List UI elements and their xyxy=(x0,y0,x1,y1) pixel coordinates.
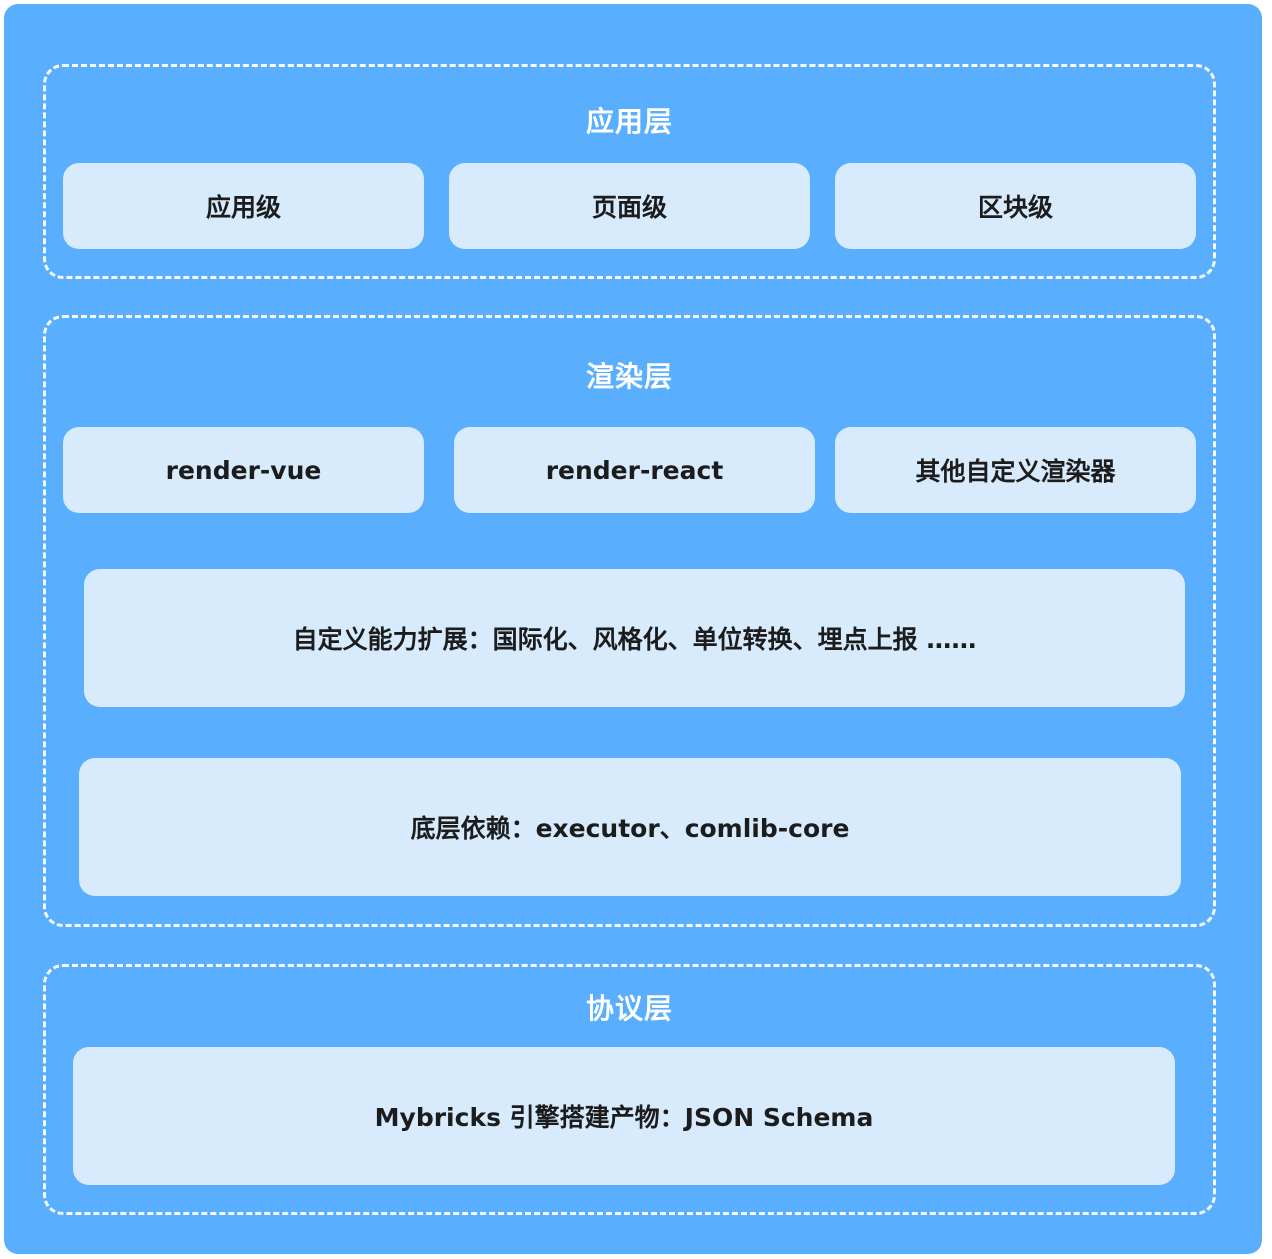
render-vue-box: render-vue xyxy=(63,427,424,513)
protocol-layer-title: 协议层 xyxy=(585,992,673,1025)
custom-renderer-box: 其他自定义渲染器 xyxy=(835,427,1196,513)
architecture-diagram: 应用层 应用级 页面级 区块级 渲染层 render-vue render-re… xyxy=(4,4,1262,1254)
app-level-box: 应用级 xyxy=(63,163,424,249)
application-layer-title: 应用层 xyxy=(585,105,673,138)
render-react-box: render-react xyxy=(454,427,815,513)
block-level-box: 区块级 xyxy=(835,163,1196,249)
page-level-box: 页面级 xyxy=(449,163,810,249)
render-layer-title: 渲染层 xyxy=(585,360,673,393)
dependency-box: 底层依赖：executor、comlib-core xyxy=(79,758,1181,896)
schema-box: Mybricks 引擎搭建产物：JSON Schema xyxy=(73,1047,1175,1185)
extension-box: 自定义能力扩展：国际化、风格化、单位转换、埋点上报 …… xyxy=(84,569,1185,707)
